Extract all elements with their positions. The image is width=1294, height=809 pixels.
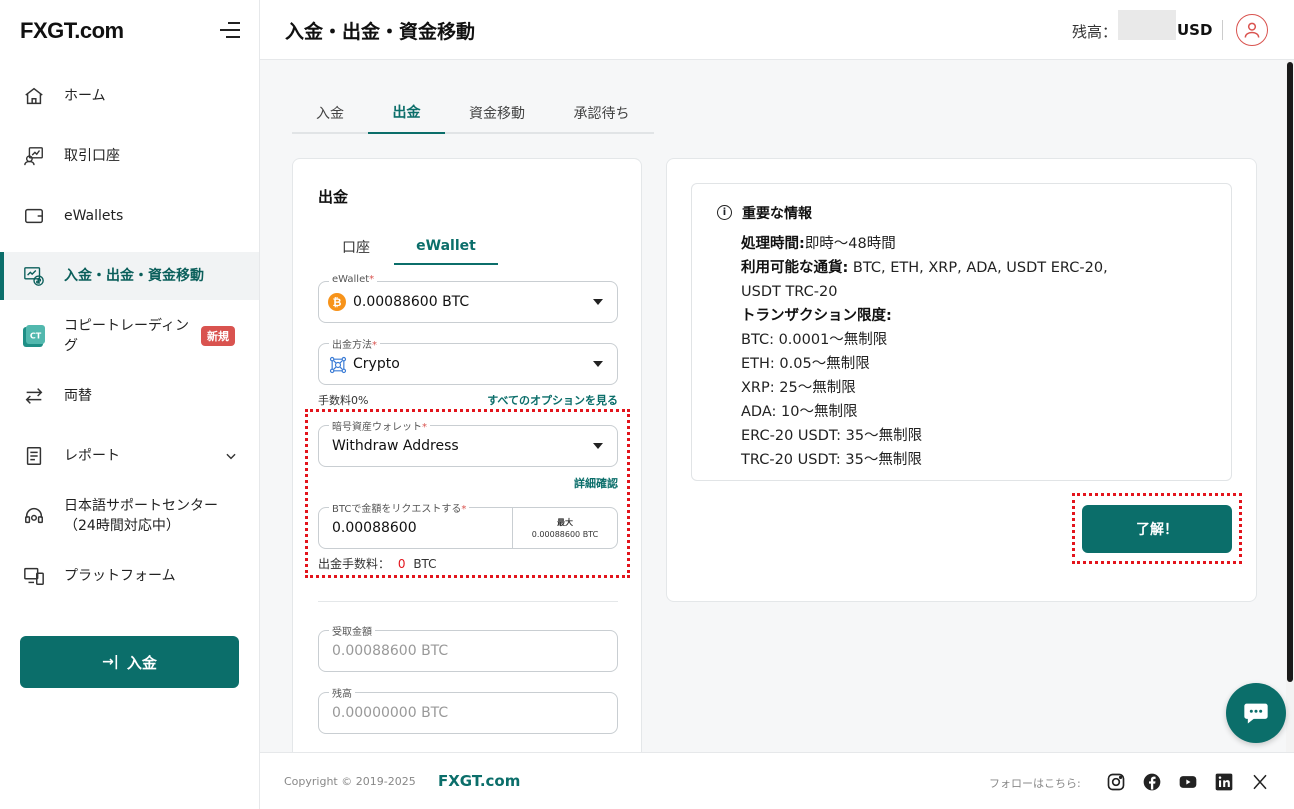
balance-label: 残高： xyxy=(1072,23,1118,41)
fee-text: 手数料0% xyxy=(318,394,369,407)
receive-value: 0.00088600 BTC xyxy=(332,643,449,659)
method-label: 出金方法* xyxy=(329,336,380,351)
processing-line: 処理時間:即時〜48時間 xyxy=(741,236,896,252)
info-icon: i xyxy=(717,205,732,220)
crypto-network-icon xyxy=(328,355,348,375)
limit-trc20: TRC-20 USDT: 35〜無制限 xyxy=(741,452,922,468)
svg-text:CT: CT xyxy=(30,332,42,341)
copy-trading-icon: CT xyxy=(22,324,46,348)
sidebar-item-label: レポート xyxy=(64,448,120,464)
currencies-line: 利用可能な通貨: BTC, ETH, XRP, ADA, USDT ERC-20… xyxy=(741,260,1108,276)
withdraw-method-select[interactable]: 出金方法* Crypto xyxy=(318,336,618,385)
tab-deposit[interactable]: 入金 xyxy=(292,92,368,134)
scrollbar-thumb[interactable] xyxy=(1287,62,1293,682)
caret-down-icon xyxy=(593,299,603,305)
header-divider xyxy=(1222,20,1223,40)
support-headset-icon xyxy=(22,504,46,528)
copyright-text: Copyright © 2019-2025 xyxy=(284,775,416,788)
important-info-box: i 重要な情報 処理時間:即時〜48時間 利用可能な通貨: BTC, ETH, … xyxy=(691,183,1232,481)
menu-toggle-icon[interactable] xyxy=(218,20,240,40)
subtab-ewallet[interactable]: eWallet xyxy=(394,229,498,265)
info-title: 重要な情報 xyxy=(742,206,812,222)
balance-currency: USD xyxy=(1177,21,1213,39)
ewallet-select[interactable]: eWallet* ₿ 0.00088600 BTC xyxy=(318,274,618,323)
highlight-box-ok xyxy=(1072,493,1242,564)
limits-title: トランザクション限度: xyxy=(741,308,892,324)
ewallet-value: 0.00088600 BTC xyxy=(353,294,470,310)
limit-eth: ETH: 0.05〜無制限 xyxy=(741,356,870,372)
trading-account-icon xyxy=(22,144,46,168)
method-value: Crypto xyxy=(353,356,400,372)
limit-erc20: ERC-20 USDT: 35〜無制限 xyxy=(741,428,923,444)
sidebar-item-label: コピートレーディング xyxy=(64,318,190,354)
user-avatar-icon[interactable] xyxy=(1236,14,1268,46)
sidebar-item-platform[interactable]: プラットフォーム xyxy=(0,552,259,600)
main-tabs: 入金 出金 資金移動 承認待ち xyxy=(292,92,654,134)
new-badge: 新規 xyxy=(201,326,235,346)
deposit-button-label: 入金 xyxy=(126,653,157,672)
footer: Copyright © 2019-2025 FXGT.com フォローはこちら: xyxy=(260,752,1294,809)
login-arrow-icon: →| xyxy=(102,654,119,670)
sidebar-item-copy-trading[interactable]: CT コピートレーディング 新規 xyxy=(0,312,259,360)
home-icon xyxy=(22,84,46,108)
receive-label: 受取金額 xyxy=(329,623,375,638)
limit-btc: BTC: 0.0001〜無制限 xyxy=(741,332,888,348)
balance-field: 残高 0.00000000 BTC xyxy=(318,685,618,734)
sidebar-item-label: 両替 xyxy=(64,388,92,404)
chevron-down-icon[interactable] xyxy=(224,448,238,467)
balance-value-hidden xyxy=(1118,10,1176,40)
see-all-options-link[interactable]: すべてのオプションを見る xyxy=(487,392,618,408)
facebook-icon[interactable] xyxy=(1141,771,1163,793)
page-title: 入金・出金・資金移動 xyxy=(285,21,476,43)
sidebar-item-support[interactable]: 日本語サポートセンター（24時間対応中） xyxy=(0,492,259,540)
fxgt-logo[interactable]: FXGT.com xyxy=(20,18,124,44)
instagram-icon[interactable] xyxy=(1105,771,1127,793)
limit-xrp: XRP: 25〜無制限 xyxy=(741,380,856,396)
follow-text: フォローはこちら: xyxy=(989,777,1081,790)
tab-pending[interactable]: 承認待ち xyxy=(549,92,654,134)
tab-withdraw[interactable]: 出金 xyxy=(368,92,445,134)
currencies-line-2: USDT TRC-20 xyxy=(741,284,838,300)
sidebar-item-home[interactable]: ホーム xyxy=(0,72,259,120)
balance-field-label: 残高 xyxy=(329,685,355,700)
sidebar-item-label: プラットフォーム xyxy=(64,568,176,584)
sidebar-item-label: eWallets xyxy=(64,208,124,224)
ewallet-label: eWallet* xyxy=(329,274,378,285)
withdraw-subtabs: 口座 eWallet xyxy=(318,229,498,265)
x-icon[interactable] xyxy=(1249,771,1271,793)
receive-amount-field: 受取金額 0.00088600 BTC xyxy=(318,623,618,672)
sidebar-item-report[interactable]: レポート xyxy=(0,432,259,480)
report-icon xyxy=(22,444,46,468)
funds-transfer-icon xyxy=(22,264,46,288)
tab-transfer[interactable]: 資金移動 xyxy=(445,92,549,134)
sidebar-item-label: 取引口座 xyxy=(64,148,120,164)
deposit-button[interactable]: →| 入金 xyxy=(20,636,239,688)
balance-field-value: 0.00000000 BTC xyxy=(332,705,449,721)
highlight-box-wallet-amount xyxy=(305,409,630,578)
sidebar-item-trading-account[interactable]: 取引口座 xyxy=(0,132,259,180)
subtab-account[interactable]: 口座 xyxy=(318,229,394,265)
sidebar-item-exchange[interactable]: 両替 xyxy=(0,372,259,420)
sidebar-item-label: 日本語サポートセンター（24時間対応中） xyxy=(64,498,218,534)
info-lines: 処理時間:即時〜48時間 利用可能な通貨: BTC, ETH, XRP, ADA… xyxy=(741,232,1211,472)
chat-bubble-icon[interactable] xyxy=(1226,683,1286,743)
linkedin-icon[interactable] xyxy=(1213,771,1235,793)
wallet-icon xyxy=(22,204,46,228)
top-header: 入金・出金・資金移動 残高： USD xyxy=(260,0,1294,60)
sidebar-item-label: 入金・出金・資金移動 xyxy=(64,268,204,284)
bitcoin-icon: ₿ xyxy=(328,293,346,311)
limit-ada: ADA: 10〜無制限 xyxy=(741,404,858,420)
sidebar: FXGT.com ホーム 取引口座 eWallets 入金・出金・資金移動 CT… xyxy=(0,0,260,809)
sidebar-item-label: ホーム xyxy=(64,88,106,104)
exchange-icon xyxy=(22,384,46,408)
youtube-icon[interactable] xyxy=(1177,771,1199,793)
fee-row: 手数料0% すべてのオプションを見る xyxy=(318,392,618,408)
caret-down-icon xyxy=(593,361,603,367)
footer-brand-link[interactable]: FXGT.com xyxy=(438,772,520,790)
section-divider xyxy=(318,601,618,602)
sidebar-item-funds[interactable]: 入金・出金・資金移動 xyxy=(0,252,259,300)
platform-icon xyxy=(22,564,46,588)
withdraw-title: 出金 xyxy=(318,188,349,206)
sidebar-item-ewallets[interactable]: eWallets xyxy=(0,192,259,240)
